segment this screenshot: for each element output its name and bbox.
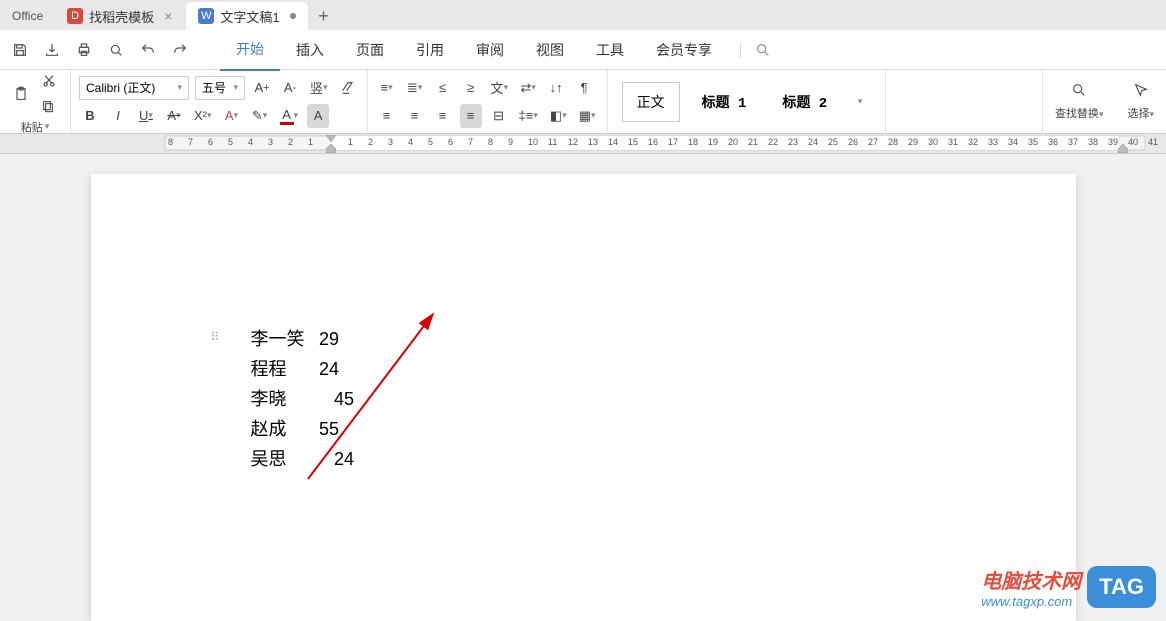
app-label: Office — [0, 2, 55, 30]
tab-add-button[interactable]: + — [310, 2, 338, 30]
decrease-indent-button[interactable]: ≤ — [432, 76, 454, 100]
underline-button[interactable]: U▾ — [135, 104, 157, 128]
font-name-select[interactable]: Calibri (正文)▾ — [79, 76, 189, 100]
watermark-url: www.tagxp.com — [981, 594, 1081, 609]
sort-button[interactable]: ↓↑ — [545, 76, 567, 100]
copy-button[interactable] — [38, 95, 60, 119]
char-shading-button[interactable]: A — [307, 104, 329, 128]
menu-page[interactable]: 页面 — [340, 30, 400, 70]
highlight-button[interactable]: ✎▾ — [249, 104, 271, 128]
select-button[interactable]: 选择▾ — [1115, 70, 1166, 133]
align-center-button[interactable]: ≡ — [404, 104, 426, 128]
preview-icon[interactable] — [104, 38, 128, 62]
menu-review[interactable]: 审阅 — [460, 30, 520, 70]
find-replace-button[interactable]: 查找替换▾ — [1043, 70, 1116, 133]
left-indent-marker[interactable] — [326, 144, 336, 154]
menu-insert[interactable]: 插入 — [280, 30, 340, 70]
bullet-list-button[interactable]: ≡▾ — [376, 76, 398, 100]
menu-view[interactable]: 视图 — [520, 30, 580, 70]
align-dist-button[interactable]: ⇄▾ — [517, 76, 539, 100]
doc-line: 李一笑 29 — [251, 324, 916, 354]
shading-button[interactable]: ◧▾ — [547, 104, 570, 128]
ribbon: 粘贴▾ Calibri (正文)▾ 五号▾ A+ A- 竖▾ B I U▾ A▾… — [0, 70, 1166, 134]
paste-group: 粘贴▾ — [0, 70, 71, 133]
doc-line: 吴思 24 — [251, 444, 916, 474]
tab-label: 文字文稿1 — [220, 7, 279, 26]
strike-button[interactable]: A▾ — [163, 104, 185, 128]
ribbon-right: 查找替换▾ 选择▾ — [1042, 70, 1166, 133]
print-icon[interactable] — [72, 38, 96, 62]
superscript-button[interactable]: X²▾ — [191, 104, 215, 128]
menu-reference[interactable]: 引用 — [400, 30, 460, 70]
show-marks-button[interactable]: ¶ — [573, 76, 595, 100]
increase-font-button[interactable]: A+ — [251, 76, 273, 100]
first-line-indent-marker[interactable] — [326, 135, 336, 143]
right-indent-marker[interactable] — [1118, 144, 1128, 154]
align-justify-button[interactable]: ≡ — [460, 104, 482, 128]
redo-icon[interactable] — [168, 38, 192, 62]
watermark: 电脑技术网 www.tagxp.com TAG — [981, 565, 1156, 609]
border-button[interactable]: ▦▾ — [576, 104, 599, 128]
save-icon[interactable] — [8, 38, 32, 62]
menu-tools[interactable]: 工具 — [580, 30, 640, 70]
document-area: ⠿ 李一笑 29 程程 24 李晓 45 赵成 55 吴思 24 — [0, 154, 1166, 621]
style-body[interactable]: 正文 — [622, 82, 680, 122]
ruler[interactable]: 8 7 6 5 4 3 2 1 1 2 3 4 5 6 7 8 9 10 11 … — [0, 134, 1166, 154]
italic-button[interactable]: I — [107, 104, 129, 128]
menu-vip[interactable]: 会员专享 — [640, 30, 728, 70]
increase-indent-button[interactable]: ≥ — [460, 76, 482, 100]
paste-button[interactable] — [10, 82, 32, 106]
style-h2[interactable]: 标题 2 — [768, 82, 841, 122]
bold-button[interactable]: B — [79, 104, 101, 128]
align-right-button[interactable]: ≡ — [432, 104, 454, 128]
doc-line: 李晓 45 — [251, 384, 916, 414]
text-effect-button[interactable]: A▾ — [221, 104, 243, 128]
watermark-text: 电脑技术网 — [981, 565, 1081, 594]
undo-icon[interactable] — [136, 38, 160, 62]
watermark-tag: TAG — [1087, 566, 1156, 608]
font-group: Calibri (正文)▾ 五号▾ A+ A- 竖▾ B I U▾ A▾ X²▾… — [71, 70, 368, 133]
text-direction-button[interactable]: 文▾ — [488, 76, 512, 100]
styles-more-button[interactable]: ▾ — [849, 90, 871, 114]
drag-handle-icon[interactable]: ⠿ — [211, 330, 220, 344]
tab-template[interactable]: D 找稻壳模板 × — [55, 2, 184, 30]
decrease-font-button[interactable]: A- — [279, 76, 301, 100]
change-case-button[interactable]: 竖▾ — [307, 76, 331, 100]
doc-line: 程程 24 — [251, 354, 916, 384]
tab-document[interactable]: W 文字文稿1 — [186, 2, 307, 30]
search-button[interactable] — [740, 42, 771, 58]
word-icon: W — [198, 8, 214, 24]
style-h1[interactable]: 标题 1 — [688, 82, 761, 122]
cut-button[interactable] — [38, 69, 60, 93]
menu-bar: 开始 插入 页面 引用 审阅 视图 工具 会员专享 — [0, 30, 1166, 70]
clear-format-button[interactable] — [337, 76, 359, 100]
menu-items: 开始 插入 页面 引用 审阅 视图 工具 会员专享 — [220, 29, 728, 71]
paste-label: 粘贴▾ — [21, 119, 50, 135]
tab-bar: Office D 找稻壳模板 × W 文字文稿1 + — [0, 0, 1166, 30]
line-spacing-button[interactable]: ‡≡▾ — [516, 104, 541, 128]
font-color-button[interactable]: A▾ — [277, 104, 302, 128]
unsaved-dot-icon — [290, 13, 296, 19]
styles-group: 正文 标题 1 标题 2 ▾ — [608, 70, 887, 133]
page[interactable]: ⠿ 李一笑 29 程程 24 李晓 45 赵成 55 吴思 24 — [91, 174, 1076, 621]
tab-label: 找稻壳模板 — [89, 7, 154, 26]
number-list-button[interactable]: ≣▾ — [404, 76, 426, 100]
menu-start[interactable]: 开始 — [220, 29, 280, 71]
close-icon[interactable]: × — [164, 8, 172, 24]
doc-line: 赵成 55 — [251, 414, 916, 444]
align-left-button[interactable]: ≡ — [376, 104, 398, 128]
export-icon[interactable] — [40, 38, 64, 62]
quick-actions — [0, 38, 200, 62]
distribute-button[interactable]: ⊟ — [488, 104, 510, 128]
doc-icon: D — [67, 8, 83, 24]
paragraph-group: ≡▾ ≣▾ ≤ ≥ 文▾ ⇄▾ ↓↑ ¶ ≡ ≡ ≡ ≡ ⊟ ‡≡▾ ◧▾ ▦▾ — [368, 70, 608, 133]
font-size-select[interactable]: 五号▾ — [195, 76, 245, 100]
